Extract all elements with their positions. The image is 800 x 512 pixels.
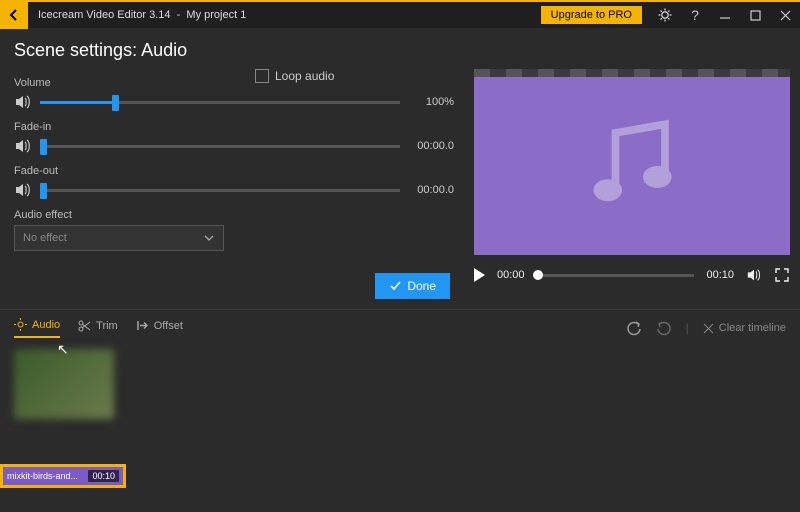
fadeout-value: 00:00.0 <box>408 184 454 196</box>
loop-checkbox-row[interactable]: Loop audio <box>255 69 334 83</box>
offset-icon <box>136 319 149 332</box>
audio-clip[interactable]: mixkit-birds-and... 00:10 <box>0 464 126 488</box>
fadeout-slider[interactable] <box>40 181 400 199</box>
titlebar: Icecream Video Editor 3.14 - My project … <box>0 0 800 28</box>
help-icon[interactable]: ? <box>680 1 710 29</box>
time-total: 00:10 <box>706 269 734 281</box>
video-clip-thumb[interactable] <box>14 349 114 419</box>
done-button[interactable]: Done <box>375 273 450 299</box>
gear-icon <box>14 318 27 331</box>
speaker-icon[interactable] <box>14 181 32 199</box>
undo-button[interactable] <box>626 320 642 336</box>
volume-value: 100% <box>408 96 454 108</box>
preview-area <box>474 77 790 255</box>
chevron-down-icon <box>203 232 215 244</box>
clear-timeline-button[interactable]: Clear timeline <box>703 322 786 334</box>
timeline-tabs: Audio Trim Offset | Clear timeline <box>0 309 800 344</box>
volume-icon[interactable] <box>746 267 762 283</box>
progress-bar[interactable] <box>537 274 695 277</box>
effect-label: Audio effect <box>14 209 454 221</box>
app-title: Icecream Video Editor 3.14 - My project … <box>38 9 246 21</box>
scissors-icon <box>78 319 91 332</box>
back-button[interactable] <box>0 1 28 29</box>
upgrade-button[interactable]: Upgrade to PRO <box>541 6 642 24</box>
speaker-icon[interactable] <box>14 93 32 111</box>
loop-label: Loop audio <box>275 69 334 83</box>
time-current: 00:00 <box>497 269 525 281</box>
video-track[interactable] <box>14 344 786 424</box>
playback-controls: 00:00 00:10 <box>474 267 790 283</box>
tab-trim[interactable]: Trim <box>78 319 118 337</box>
minimize-button[interactable] <box>710 1 740 29</box>
speaker-icon[interactable] <box>14 137 32 155</box>
volume-slider[interactable] <box>40 93 400 111</box>
preview-panel: 00:00 00:10 <box>474 67 790 299</box>
effect-selected: No effect <box>23 232 67 244</box>
settings-panel: Volume 100% Fade-in 00:00.0 Fade-out 00:… <box>14 67 454 299</box>
settings-icon[interactable] <box>650 1 680 29</box>
fadeout-label: Fade-out <box>14 165 454 177</box>
play-button[interactable] <box>474 268 485 282</box>
music-note-icon <box>577 111 687 221</box>
redo-button[interactable] <box>656 320 672 336</box>
fullscreen-icon[interactable] <box>774 267 790 283</box>
effect-select[interactable]: No effect <box>14 225 224 251</box>
check-icon <box>389 280 401 292</box>
tab-audio[interactable]: Audio <box>14 318 60 338</box>
page-title: Scene settings: Audio <box>0 28 800 67</box>
fadein-slider[interactable] <box>40 137 400 155</box>
close-button[interactable] <box>770 1 800 29</box>
fadein-label: Fade-in <box>14 121 454 133</box>
loop-checkbox[interactable] <box>255 69 269 83</box>
tab-offset[interactable]: Offset <box>136 319 183 337</box>
timeline[interactable]: mixkit-birds-and... 00:10 <box>0 344 800 494</box>
audio-clip-duration: 00:10 <box>88 470 119 482</box>
volume-label: Volume <box>14 77 454 89</box>
audio-clip-name: mixkit-birds-and... <box>7 471 78 481</box>
fadein-value: 00:00.0 <box>408 140 454 152</box>
close-icon <box>703 323 714 334</box>
maximize-button[interactable] <box>740 1 770 29</box>
